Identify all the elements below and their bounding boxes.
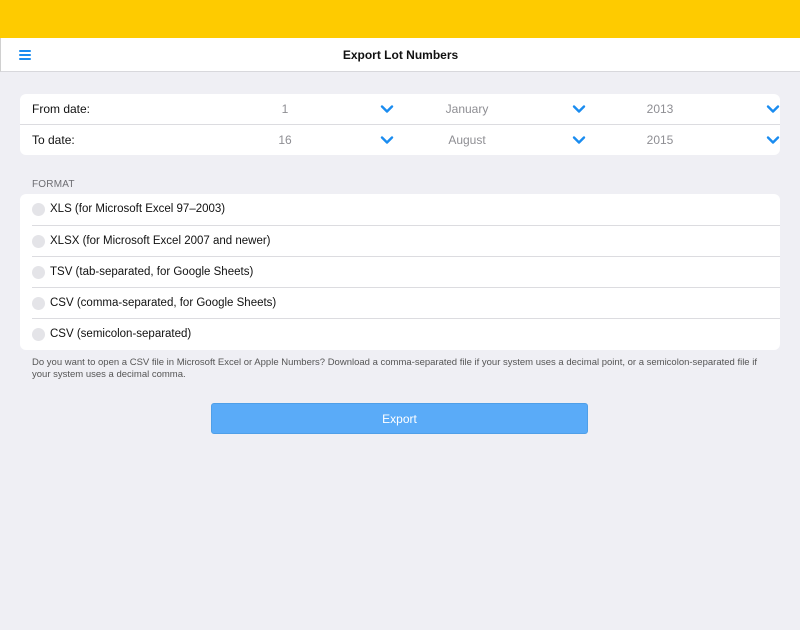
- export-button[interactable]: Export: [211, 403, 588, 434]
- radio-button[interactable]: [32, 328, 45, 341]
- format-option-tsv[interactable]: TSV (tab-separated, for Google Sheets): [20, 257, 780, 288]
- chevron-down-icon: [380, 105, 394, 113]
- format-option-csv-semicolon[interactable]: CSV (semicolon-separated): [20, 319, 780, 350]
- format-options-card: XLS (for Microsoft Excel 97–2003) XLSX (…: [20, 194, 780, 350]
- radio-button[interactable]: [32, 203, 45, 216]
- to-date-row: To date: 16 August 2015: [20, 125, 780, 155]
- from-date-label: From date:: [32, 102, 91, 116]
- page-title: Export Lot Numbers: [342, 48, 459, 62]
- nav-header: Export Lot Numbers: [0, 38, 800, 72]
- format-option-label: XLS (for Microsoft Excel 97–2003): [50, 203, 226, 215]
- chevron-down-icon: [766, 136, 780, 144]
- format-section-label: FORMAT: [32, 179, 75, 190]
- radio-button[interactable]: [32, 235, 45, 248]
- from-date-row: From date: 1 January 2013: [20, 94, 780, 124]
- to-year-select[interactable]: 2015: [610, 125, 782, 155]
- from-year-value: 2013: [646, 102, 674, 116]
- date-range-card: From date: 1 January 2013 To date: 16 Au…: [20, 94, 780, 155]
- format-option-label: XLSX (for Microsoft Excel 2007 and newer…: [50, 235, 271, 247]
- from-day-value: 1: [281, 102, 289, 116]
- from-day-select[interactable]: 1: [230, 94, 396, 124]
- to-day-value: 16: [278, 133, 292, 147]
- from-month-value: January: [445, 102, 489, 116]
- format-option-xlsx[interactable]: XLSX (for Microsoft Excel 2007 and newer…: [20, 226, 780, 257]
- format-option-label: TSV (tab-separated, for Google Sheets): [50, 266, 254, 278]
- csv-help-note: Do you want to open a CSV file in Micros…: [32, 357, 757, 380]
- export-button-label: Export: [382, 412, 417, 426]
- to-month-select[interactable]: August: [420, 125, 588, 155]
- chevron-down-icon: [572, 136, 586, 144]
- chevron-down-icon: [380, 136, 394, 144]
- to-date-label: To date:: [32, 133, 75, 147]
- from-month-select[interactable]: January: [420, 94, 588, 124]
- format-option-label: CSV (comma-separated, for Google Sheets): [50, 297, 277, 309]
- format-option-csv-comma[interactable]: CSV (comma-separated, for Google Sheets): [20, 288, 780, 319]
- format-option-xls[interactable]: XLS (for Microsoft Excel 97–2003): [20, 194, 780, 225]
- to-year-value: 2015: [646, 133, 674, 147]
- to-month-value: August: [448, 133, 486, 147]
- status-bar: [0, 0, 800, 38]
- chevron-down-icon: [572, 105, 586, 113]
- radio-button[interactable]: [32, 297, 45, 310]
- to-day-select[interactable]: 16: [230, 125, 396, 155]
- format-option-label: CSV (semicolon-separated): [50, 328, 192, 340]
- from-year-select[interactable]: 2013: [610, 94, 782, 124]
- radio-button[interactable]: [32, 266, 45, 279]
- chevron-down-icon: [766, 105, 780, 113]
